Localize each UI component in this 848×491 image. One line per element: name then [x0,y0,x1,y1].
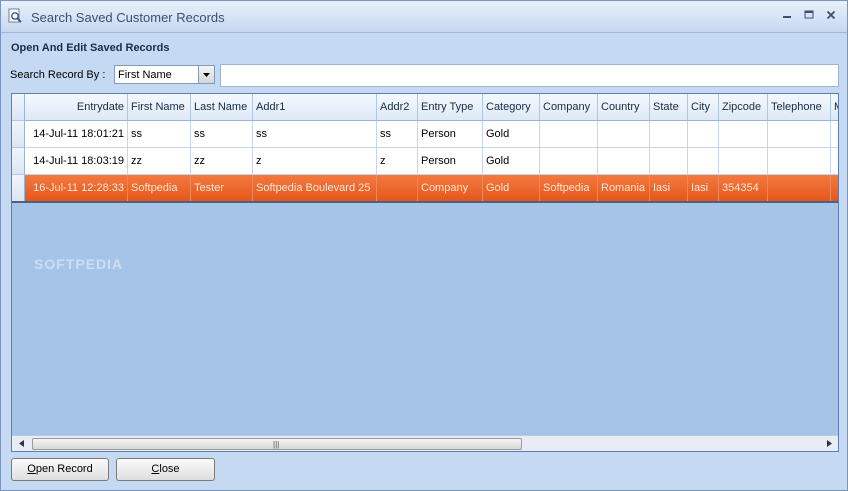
cell-addr1[interactable]: z [253,148,377,175]
header-corner [12,94,25,121]
maximize-icon [804,10,814,19]
cell-entry-type[interactable]: Person [418,121,483,148]
horizontal-scrollbar[interactable]: ||| [12,435,838,451]
cell-telephone[interactable] [768,148,831,175]
column-header-state[interactable]: State [650,94,688,121]
cell-company[interactable]: Softpedia [540,175,598,202]
cell-company[interactable] [540,148,598,175]
close-icon [826,10,836,20]
cell-last-name[interactable]: ss [191,121,253,148]
dropdown-button[interactable] [198,66,214,83]
cell-addr2[interactable]: ss [377,121,418,148]
softpedia-watermark: SOFTPEDIA [34,256,124,272]
column-header-entrydate[interactable]: Entrydate [25,94,128,121]
search-document-icon [8,8,22,23]
cell-first-name[interactable]: ss [128,121,191,148]
scroll-left-button[interactable] [14,438,28,450]
column-header-city[interactable]: City [688,94,719,121]
cell-entrydate[interactable]: 14-Jul-11 18:01:21 [25,121,128,148]
table-row[interactable]: 14-Jul-11 18:03:19 zz zz z z Person Gold [12,148,838,175]
scrollbar-thumb[interactable]: ||| [32,438,522,450]
cell-addr2[interactable]: z [377,148,418,175]
chevron-right-icon [826,440,832,447]
column-header-more[interactable]: M [831,94,838,121]
cell-more[interactable] [831,148,838,175]
cell-addr2[interactable] [377,175,418,202]
cell-addr1[interactable]: Softpedia Boulevard 25 [253,175,377,202]
cell-more[interactable] [831,175,838,202]
cell-last-name[interactable]: zz [191,148,253,175]
cell-entry-type[interactable]: Company [418,175,483,202]
column-header-addr1[interactable]: Addr1 [253,94,377,121]
column-header-company[interactable]: Company [540,94,598,121]
chevron-down-icon [203,72,210,77]
table-row-selected[interactable]: 16-Jul-11 12:28:33 Softpedia Tester Soft… [12,175,838,202]
cell-zipcode[interactable] [719,148,768,175]
title-bar[interactable]: Search Saved Customer Records [1,1,847,33]
records-grid: Entrydate First Name Last Name Addr1 Add… [11,93,839,452]
column-header-addr2[interactable]: Addr2 [377,94,418,121]
section-title: Open And Edit Saved Records [11,42,170,54]
cell-zipcode[interactable]: 354354 [719,175,768,202]
cell-category[interactable]: Gold [483,121,540,148]
close-dialog-button[interactable]: Close [116,458,215,481]
column-header-entry-type[interactable]: Entry Type [418,94,483,121]
cell-entrydate[interactable]: 14-Jul-11 18:03:19 [25,148,128,175]
cell-first-name[interactable]: Softpedia [128,175,191,202]
cell-state[interactable] [650,121,688,148]
column-header-first-name[interactable]: First Name [128,94,191,121]
cell-entrydate[interactable]: 16-Jul-11 12:28:33 [25,175,128,202]
cell-last-name[interactable]: Tester [191,175,253,202]
cell-more[interactable] [831,121,838,148]
scroll-right-button[interactable] [822,438,836,450]
cell-telephone[interactable] [768,121,831,148]
open-record-button[interactable]: Open Record [11,458,109,481]
close-label: lose [159,463,180,475]
column-header-category[interactable]: Category [483,94,540,121]
grid-rows-bottom-border [12,201,838,203]
search-field-dropdown[interactable]: First Name [114,65,215,84]
cell-first-name[interactable]: zz [128,148,191,175]
column-header-telephone[interactable]: Telephone [768,94,831,121]
column-header-zipcode[interactable]: Zipcode [719,94,768,121]
search-label: Search Record By : [10,69,106,81]
cell-city[interactable]: Iasi [688,175,719,202]
search-input[interactable] [220,64,839,87]
open-record-label: pen Record [35,463,93,475]
column-header-last-name[interactable]: Last Name [191,94,253,121]
column-header-country[interactable]: Country [598,94,650,121]
open-record-mnemonic: O [27,463,36,475]
cell-country[interactable] [598,121,650,148]
cell-telephone[interactable] [768,175,831,202]
row-selector[interactable] [12,121,25,148]
maximize-button[interactable] [801,9,817,23]
search-records-window: Search Saved Customer Records Open And E… [0,0,848,491]
cell-company[interactable] [540,121,598,148]
cell-category[interactable]: Gold [483,175,540,202]
grid-header: Entrydate First Name Last Name Addr1 Add… [12,94,838,121]
cell-entry-type[interactable]: Person [418,148,483,175]
cell-state[interactable] [650,148,688,175]
cell-city[interactable] [688,148,719,175]
close-button[interactable] [823,9,839,23]
row-selector[interactable] [12,175,25,202]
table-row[interactable]: 14-Jul-11 18:01:21 ss ss ss ss Person Go… [12,121,838,148]
cell-country[interactable]: Romania [598,175,650,202]
chevron-left-icon [18,440,24,447]
cell-addr1[interactable]: ss [253,121,377,148]
row-selector[interactable] [12,148,25,175]
cell-city[interactable] [688,121,719,148]
cell-category[interactable]: Gold [483,148,540,175]
window-title: Search Saved Customer Records [31,10,225,25]
cell-state[interactable]: Iasi [650,175,688,202]
cell-zipcode[interactable] [719,121,768,148]
grip-icon: ||| [273,440,280,449]
minimize-button[interactable] [779,9,795,23]
minimize-icon [783,16,791,18]
search-field-value: First Name [118,69,172,81]
cell-country[interactable] [598,148,650,175]
